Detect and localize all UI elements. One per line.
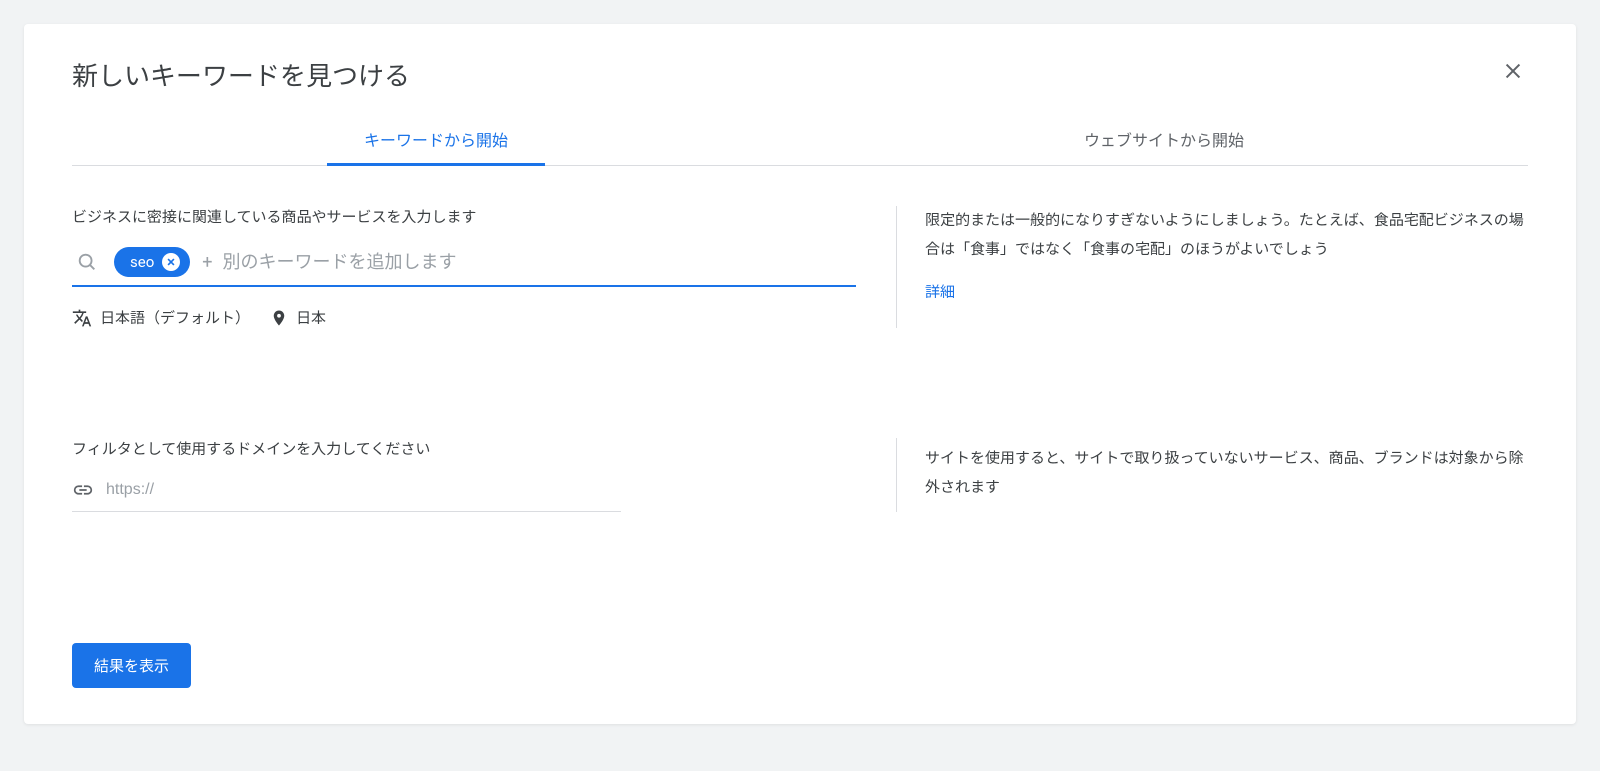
keyword-chip-remove[interactable] (162, 253, 180, 271)
submit-button[interactable]: 結果を表示 (72, 643, 191, 688)
search-icon (76, 251, 98, 273)
header-row: 新しいキーワードを見つける (72, 56, 1528, 113)
keyword-help-text: 限定的または一般的になりすぎないようにしましょう。たとえば、食品宅配ビジネスの場… (925, 206, 1528, 263)
domain-input[interactable] (106, 481, 621, 499)
close-button[interactable] (1498, 56, 1528, 86)
keyword-input[interactable] (222, 248, 855, 277)
close-icon (166, 257, 176, 267)
plus-icon: + (202, 252, 212, 273)
keyword-left-col: ビジネスに密接に関連している商品やサービスを入力します seo + 日本語（ (72, 206, 856, 328)
keyword-chip[interactable]: seo (114, 247, 190, 277)
domain-left-col: フィルタとして使用するドメインを入力してください (72, 438, 856, 512)
tabs: キーワードから開始 ウェブサイトから開始 (72, 113, 1528, 166)
location-label: 日本 (296, 307, 326, 328)
language-label: 日本語（デフォルト） (100, 307, 250, 328)
link-icon (72, 479, 94, 501)
page-title: 新しいキーワードを見つける (72, 56, 410, 93)
domain-section-label: フィルタとして使用するドメインを入力してください (72, 438, 856, 459)
tab-start-with-keywords[interactable]: キーワードから開始 (72, 113, 800, 165)
locale-row: 日本語（デフォルト） 日本 (72, 307, 856, 328)
keyword-input-row[interactable]: seo + (72, 241, 856, 287)
language-selector[interactable]: 日本語（デフォルト） (72, 307, 250, 328)
domain-input-row[interactable] (72, 473, 621, 512)
domain-section: フィルタとして使用するドメインを入力してください サイトを使用すると、サイトで取… (72, 438, 1528, 512)
close-icon (1502, 60, 1524, 82)
keyword-section: ビジネスに密接に関連している商品やサービスを入力します seo + 日本語（ (72, 206, 1528, 328)
modal-card: 新しいキーワードを見つける キーワードから開始 ウェブサイトから開始 ビジネスに… (24, 24, 1576, 724)
location-selector[interactable]: 日本 (270, 307, 326, 328)
tab-start-with-website[interactable]: ウェブサイトから開始 (800, 113, 1528, 165)
footer: 結果を表示 (72, 583, 1528, 688)
domain-help-text: サイトを使用すると、サイトで取り扱っていないサービス、商品、ブランドは対象から除… (925, 444, 1528, 501)
keyword-chip-label: seo (130, 253, 154, 271)
translate-icon (72, 308, 92, 328)
domain-help-col: サイトを使用すると、サイトで取り扱っていないサービス、商品、ブランドは対象から除… (896, 438, 1528, 512)
location-icon (270, 309, 288, 327)
keyword-help-col: 限定的または一般的になりすぎないようにしましょう。たとえば、食品宅配ビジネスの場… (896, 206, 1528, 328)
keyword-section-label: ビジネスに密接に関連している商品やサービスを入力します (72, 206, 856, 227)
learn-more-link[interactable]: 詳細 (925, 281, 955, 302)
